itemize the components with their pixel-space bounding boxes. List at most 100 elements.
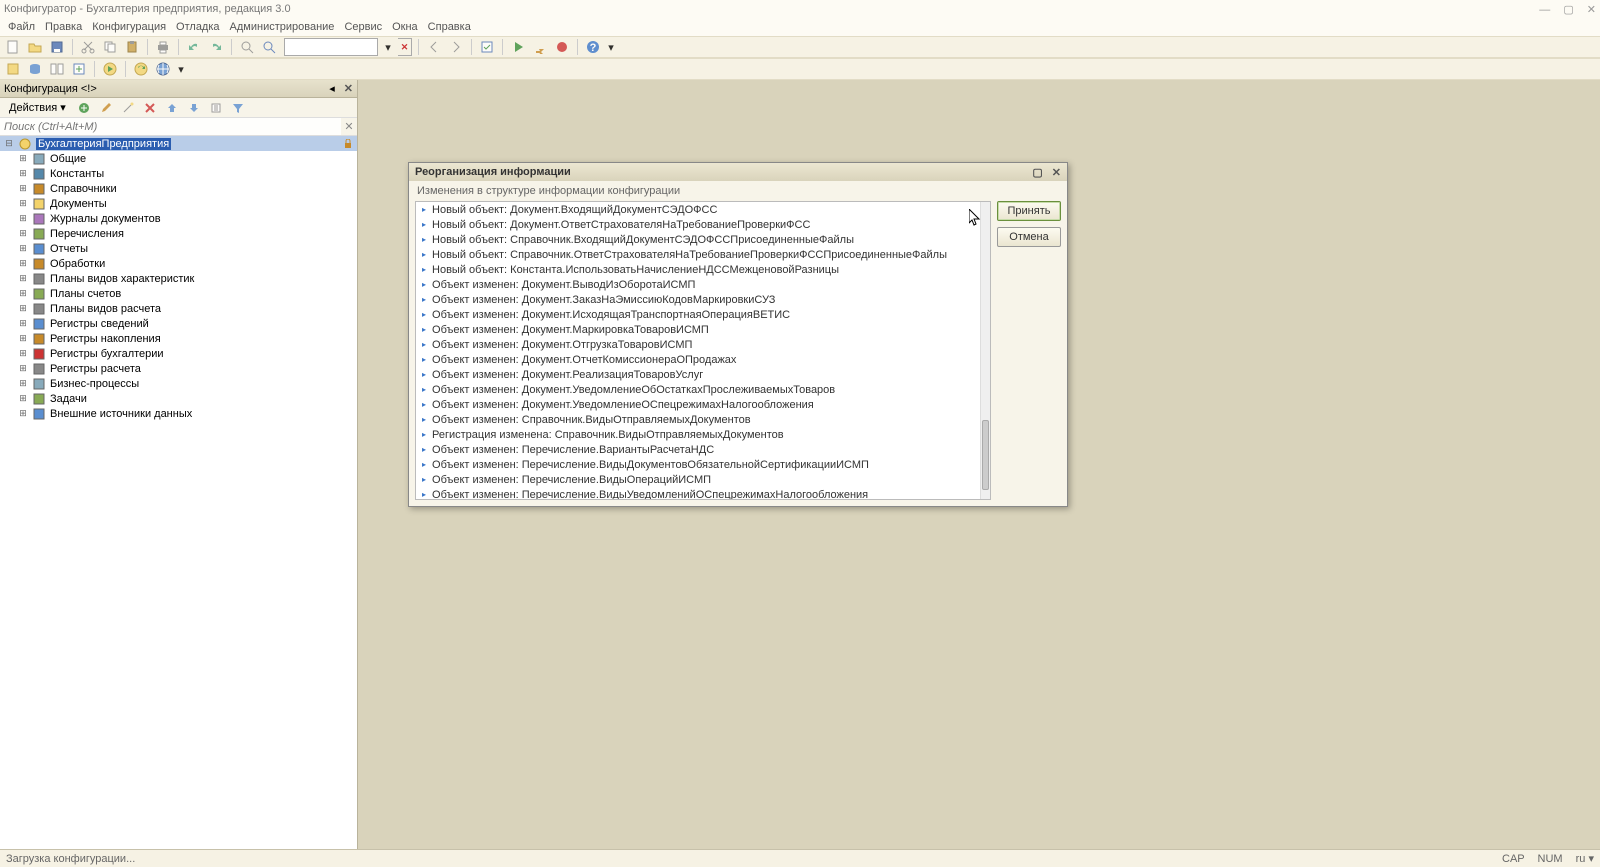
print-icon[interactable]: [154, 38, 172, 56]
menu-administration[interactable]: Администрирование: [230, 21, 335, 33]
tree-item[interactable]: ⊞Обработки: [0, 256, 357, 271]
run-enterprise-icon[interactable]: [101, 60, 119, 78]
expand-icon[interactable]: ⊞: [18, 393, 28, 404]
delete-icon[interactable]: [141, 99, 159, 117]
expand-icon[interactable]: ⊞: [18, 258, 28, 269]
expand-icon[interactable]: ⊞: [18, 333, 28, 344]
close-button[interactable]: ✕: [1587, 4, 1596, 16]
expand-icon[interactable]: ⊞: [18, 153, 28, 164]
expand-icon[interactable]: ⊞: [18, 243, 28, 254]
change-item[interactable]: Новый объект: Справочник.ВходящийДокумен…: [416, 232, 990, 247]
search-dropdown-icon[interactable]: ▾: [382, 38, 394, 56]
move-down-icon[interactable]: [185, 99, 203, 117]
change-item[interactable]: Регистрация изменена: Справочник.ВидыОтп…: [416, 427, 990, 442]
change-item[interactable]: Новый объект: Справочник.ОтветСтраховате…: [416, 247, 990, 262]
next-icon[interactable]: [447, 38, 465, 56]
tree-item[interactable]: ⊞Перечисления: [0, 226, 357, 241]
tree-item[interactable]: ⊞Отчеты: [0, 241, 357, 256]
change-item[interactable]: Новый объект: Документ.ВходящийДокументС…: [416, 202, 990, 217]
tree-item[interactable]: ⊞Регистры накопления: [0, 331, 357, 346]
expand-icon[interactable]: ⊞: [18, 288, 28, 299]
change-item[interactable]: Объект изменен: Документ.УведомлениеОбОс…: [416, 382, 990, 397]
change-item[interactable]: Объект изменен: Перечисление.ВидыДокумен…: [416, 457, 990, 472]
db-config-icon[interactable]: [26, 60, 44, 78]
expand-icon[interactable]: ⊞: [18, 378, 28, 389]
change-item[interactable]: Объект изменен: Документ.УведомлениеОСпе…: [416, 397, 990, 412]
expand-icon[interactable]: ⊞: [18, 348, 28, 359]
tree-item[interactable]: ⊞Справочники: [0, 181, 357, 196]
expand-icon[interactable]: ⊞: [18, 183, 28, 194]
save-icon[interactable]: [48, 38, 66, 56]
edit-icon[interactable]: [97, 99, 115, 117]
cancel-button[interactable]: Отмена: [997, 227, 1061, 247]
globe-icon[interactable]: [154, 60, 172, 78]
dialog-titlebar[interactable]: Реорганизация информации ▢ ✕: [409, 163, 1067, 181]
menu-file[interactable]: Файл: [8, 21, 35, 33]
debug-step-icon[interactable]: [531, 38, 549, 56]
menu-help[interactable]: Справка: [428, 21, 471, 33]
tree-item[interactable]: ⊞Планы счетов: [0, 286, 357, 301]
expand-icon[interactable]: ⊞: [18, 273, 28, 284]
expand-icon[interactable]: ⊞: [18, 408, 28, 419]
change-item[interactable]: Объект изменен: Документ.ЗаказНаЭмиссиюК…: [416, 292, 990, 307]
menu-windows[interactable]: Окна: [392, 21, 418, 33]
tree-item[interactable]: ⊞Задачи: [0, 391, 357, 406]
change-item[interactable]: Новый объект: Константа.ИспользоватьНачи…: [416, 262, 990, 277]
menu-service[interactable]: Сервис: [344, 21, 382, 33]
change-item[interactable]: Объект изменен: Перечисление.ВидыОпераци…: [416, 472, 990, 487]
tree-item[interactable]: ⊞Регистры бухгалтерии: [0, 346, 357, 361]
tree-item[interactable]: ⊞Константы: [0, 166, 357, 181]
dialog-maximize-icon[interactable]: ▢: [1032, 167, 1042, 179]
panel-search-input[interactable]: [0, 118, 341, 135]
change-item[interactable]: Объект изменен: Документ.ИсходящаяТрансп…: [416, 307, 990, 322]
find-icon[interactable]: [238, 38, 256, 56]
accept-button[interactable]: Принять: [997, 201, 1061, 221]
tree-item[interactable]: ⊞Регистры сведений: [0, 316, 357, 331]
debug-break-icon[interactable]: [553, 38, 571, 56]
expand-icon[interactable]: ⊞: [18, 228, 28, 239]
search-input[interactable]: [284, 38, 378, 56]
expand-icon[interactable]: ⊞: [18, 198, 28, 209]
redo-icon[interactable]: [207, 38, 225, 56]
undo-icon[interactable]: [185, 38, 203, 56]
update-config-icon[interactable]: [70, 60, 88, 78]
menu-edit[interactable]: Правка: [45, 21, 82, 33]
tree-item[interactable]: ⊞Планы видов расчета: [0, 301, 357, 316]
add-icon[interactable]: [75, 99, 93, 117]
zoom-icon[interactable]: [260, 38, 278, 56]
change-item[interactable]: Объект изменен: Справочник.ВидыОтправляе…: [416, 412, 990, 427]
compare-icon[interactable]: [48, 60, 66, 78]
expand-icon[interactable]: ⊞: [18, 318, 28, 329]
menu-debug[interactable]: Отладка: [176, 21, 219, 33]
expand-icon[interactable]: ⊞: [18, 363, 28, 374]
status-lang[interactable]: ru ▾: [1576, 853, 1594, 865]
globe-dropdown-icon[interactable]: ▾: [176, 60, 186, 78]
copy-icon[interactable]: [101, 38, 119, 56]
new-icon[interactable]: [4, 38, 22, 56]
change-item[interactable]: Объект изменен: Перечисление.ВариантыРас…: [416, 442, 990, 457]
actions-dropdown[interactable]: Действия ▾: [4, 100, 71, 115]
prev-icon[interactable]: [425, 38, 443, 56]
change-item[interactable]: Объект изменен: Документ.ОтгрузкаТоваров…: [416, 337, 990, 352]
sort-icon[interactable]: [207, 99, 225, 117]
panel-pin-icon[interactable]: ◂: [329, 83, 335, 95]
change-item[interactable]: Объект изменен: Документ.МаркировкаТовар…: [416, 322, 990, 337]
paste-icon[interactable]: [123, 38, 141, 56]
minimize-button[interactable]: —: [1539, 4, 1550, 16]
tree-item[interactable]: ⊞Планы видов характеристик: [0, 271, 357, 286]
tree-item[interactable]: ⊞Журналы документов: [0, 211, 357, 226]
dialog-close-icon[interactable]: ✕: [1052, 167, 1061, 179]
filter-icon[interactable]: [229, 99, 247, 117]
collapse-icon[interactable]: ⊟: [4, 138, 14, 149]
changes-list[interactable]: Новый объект: Документ.ВходящийДокументС…: [415, 201, 991, 500]
scrollbar-thumb[interactable]: [982, 420, 989, 490]
expand-icon[interactable]: ⊞: [18, 168, 28, 179]
refresh-icon[interactable]: [132, 60, 150, 78]
scrollbar[interactable]: [980, 202, 990, 499]
change-item[interactable]: Объект изменен: Документ.РеализацияТовар…: [416, 367, 990, 382]
change-item[interactable]: Новый объект: Документ.ОтветСтрахователя…: [416, 217, 990, 232]
search-clear-icon[interactable]: ✕: [398, 38, 412, 56]
cut-icon[interactable]: [79, 38, 97, 56]
wand-icon[interactable]: [119, 99, 137, 117]
open-config-icon[interactable]: [4, 60, 22, 78]
